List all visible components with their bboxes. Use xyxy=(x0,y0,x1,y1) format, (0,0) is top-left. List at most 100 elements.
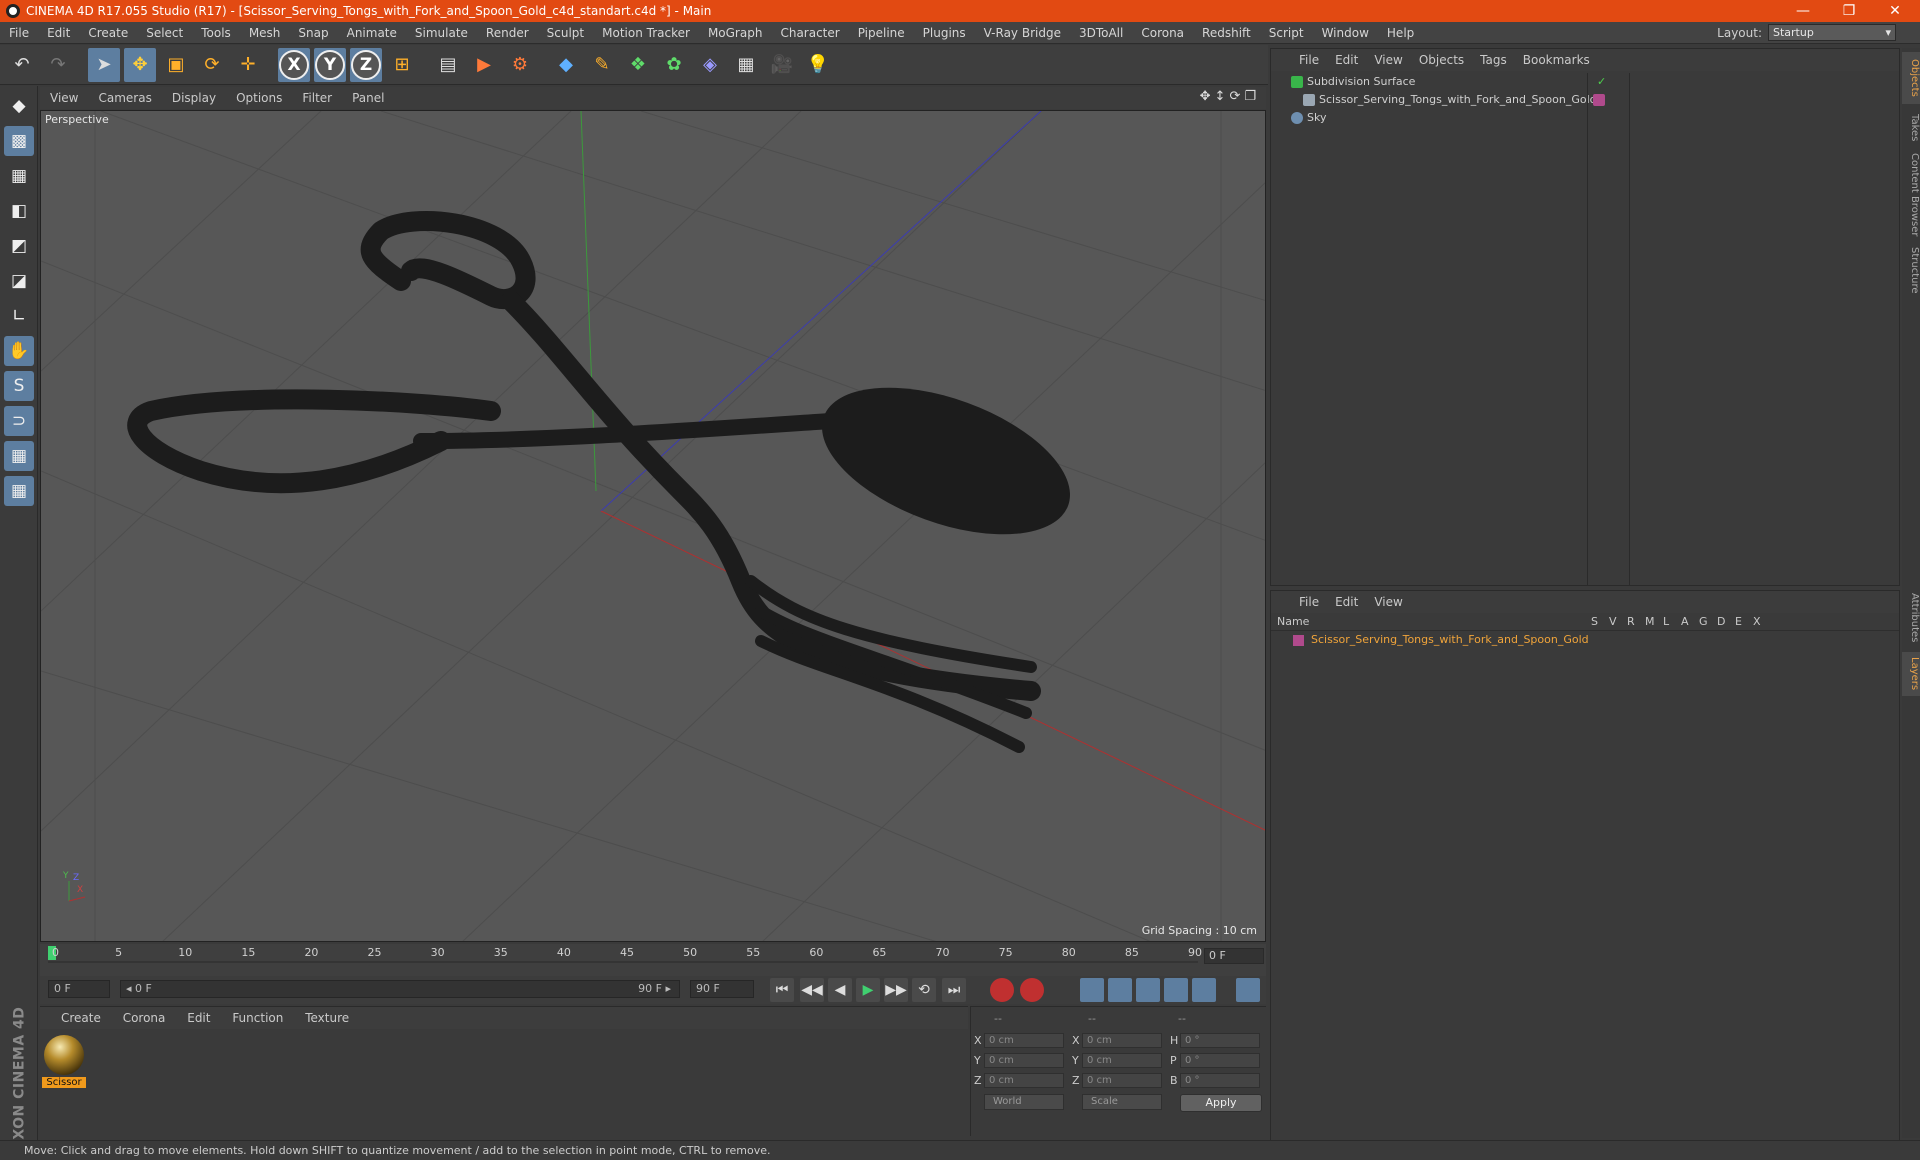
tab-structure[interactable]: Structure xyxy=(1902,242,1920,298)
render-settings-button[interactable]: ⚙ xyxy=(504,48,536,82)
menu-3dtoall[interactable]: 3DToAll xyxy=(1070,26,1132,40)
menu-corona[interactable]: Corona xyxy=(1132,26,1193,40)
object-row-subdivision-surface[interactable]: Subdivision Surface ✓ xyxy=(1271,73,1899,91)
coordinate-space-select[interactable]: World xyxy=(984,1094,1064,1110)
texture-mode-button[interactable]: ▦ xyxy=(4,161,34,191)
y-axis-lock-button[interactable]: Y xyxy=(314,47,346,82)
layer-name[interactable]: Scissor_Serving_Tongs_with_Fork_and_Spoo… xyxy=(1311,633,1589,646)
menu-redshift[interactable]: Redshift xyxy=(1193,26,1260,40)
floor-object-button[interactable]: ▦ xyxy=(730,48,762,82)
position-x-field[interactable]: 0 cm xyxy=(984,1033,1064,1048)
rotation-b-field[interactable]: 0 ° xyxy=(1180,1073,1260,1088)
position-y-field[interactable]: 0 cm xyxy=(984,1053,1064,1068)
material-menu-edit[interactable]: Edit xyxy=(178,1007,219,1029)
coordinate-system-button[interactable]: ⊞ xyxy=(386,48,418,82)
menu-mograph[interactable]: MoGraph xyxy=(699,26,772,40)
keyframe-param-button[interactable] xyxy=(1164,978,1188,1002)
scale-tool-button[interactable]: ▣ xyxy=(160,48,192,82)
menu-window[interactable]: Window xyxy=(1313,26,1378,40)
pen-spline-button[interactable]: ✎ xyxy=(586,48,618,82)
close-button[interactable]: ✕ xyxy=(1872,0,1918,22)
record-button[interactable] xyxy=(990,978,1014,1002)
layer-color-swatch[interactable] xyxy=(1293,635,1304,646)
menu-edit[interactable]: Edit xyxy=(38,26,79,40)
object-row-scissor-tongs[interactable]: Scissor_Serving_Tongs_with_Fork_and_Spoo… xyxy=(1271,91,1899,109)
tweak-mode-button[interactable]: ✋ xyxy=(4,336,34,366)
menu-mesh[interactable]: Mesh xyxy=(240,26,290,40)
light-object-button[interactable]: 💡 xyxy=(802,48,834,82)
menu-create[interactable]: Create xyxy=(79,26,137,40)
objects-menu-file[interactable]: File xyxy=(1291,53,1327,67)
rotation-p-field[interactable]: 0 ° xyxy=(1180,1053,1260,1068)
rotation-h-field[interactable]: 0 ° xyxy=(1180,1033,1260,1048)
menu-simulate[interactable]: Simulate xyxy=(406,26,477,40)
workplane-align-button[interactable]: ▦ xyxy=(4,476,34,506)
edges-mode-button[interactable]: ◪ xyxy=(4,266,34,296)
layers-menu-file[interactable]: File xyxy=(1291,595,1327,609)
rotate-tool-button[interactable]: ⟳ xyxy=(196,48,228,82)
end-frame-field[interactable]: 90 F xyxy=(690,980,754,998)
material-menu-function[interactable]: Function xyxy=(223,1007,292,1029)
layout-select[interactable]: Startup xyxy=(1768,24,1896,41)
layer-row-scissor[interactable]: Scissor_Serving_Tongs_with_Fork_and_Spoo… xyxy=(1271,633,1899,649)
perspective-viewport[interactable]: Perspective Y Z X Grid Spacing : 10 cm xyxy=(40,110,1266,942)
loop-button[interactable]: ⟲ xyxy=(912,978,936,1002)
tab-content-browser[interactable]: Content Browser xyxy=(1902,152,1920,238)
menu-render[interactable]: Render xyxy=(477,26,538,40)
viewport-menu-filter[interactable]: Filter xyxy=(292,91,342,105)
material-menu-texture[interactable]: Texture xyxy=(296,1007,358,1029)
layers-menu-view[interactable]: View xyxy=(1366,595,1410,609)
array-generator-button[interactable]: ✿ xyxy=(658,48,690,82)
preview-range-slider[interactable]: ◂ 0 F 90 F ▸ xyxy=(120,980,680,998)
menu-file[interactable]: File xyxy=(0,26,38,40)
make-editable-button[interactable]: ◆ xyxy=(4,91,34,121)
material-swatch-scissor[interactable]: Scissor xyxy=(42,1033,86,1089)
material-menu-corona[interactable]: Corona xyxy=(114,1007,175,1029)
objects-menu-objects[interactable]: Objects xyxy=(1411,53,1472,67)
objects-menu-edit[interactable]: Edit xyxy=(1327,53,1366,67)
render-view-button[interactable]: ▤ xyxy=(432,48,464,82)
enabled-check-icon[interactable]: ✓ xyxy=(1597,73,1606,91)
timeline-ruler[interactable]: 0 5 10 15 20 25 30 35 40 45 50 55 60 65 70 75 80 85 90 0 F xyxy=(40,944,1266,976)
viewport-menu-display[interactable]: Display xyxy=(162,91,226,105)
tab-takes[interactable]: Takes xyxy=(1902,108,1920,148)
menu-plugins[interactable]: Plugins xyxy=(914,26,975,40)
points-mode-button[interactable]: ◩ xyxy=(4,231,34,261)
layer-color-icon[interactable] xyxy=(1593,94,1605,106)
menu-motion-tracker[interactable]: Motion Tracker xyxy=(593,26,699,40)
transform-tool-button[interactable]: ✛ xyxy=(232,48,264,82)
position-z-field[interactable]: 0 cm xyxy=(984,1073,1064,1088)
viewport-navigation-icons[interactable]: ✥↕⟳❐ xyxy=(1200,89,1260,104)
objects-menu-view[interactable]: View xyxy=(1366,53,1410,67)
viewport-menu-panel[interactable]: Panel xyxy=(342,91,394,105)
size-z-field[interactable]: 0 cm xyxy=(1082,1073,1162,1088)
object-row-sky[interactable]: Sky xyxy=(1271,109,1899,127)
menu-script[interactable]: Script xyxy=(1260,26,1313,40)
timeline-window-button[interactable] xyxy=(1236,978,1260,1002)
viewport-menu-cameras[interactable]: Cameras xyxy=(88,91,161,105)
keyframe-move-button[interactable] xyxy=(1080,978,1104,1002)
subdivision-surface-button[interactable]: ❖ xyxy=(622,48,654,82)
z-axis-lock-button[interactable]: Z xyxy=(350,47,382,82)
coordinate-mode-select[interactable]: Scale xyxy=(1082,1094,1162,1110)
menu-pipeline[interactable]: Pipeline xyxy=(849,26,914,40)
go-to-end-button[interactable]: ⏭ xyxy=(942,978,966,1002)
autokey-button[interactable] xyxy=(1020,978,1044,1002)
redo-button[interactable]: ↷ xyxy=(42,48,74,82)
previous-key-button[interactable]: ◀◀ xyxy=(800,978,824,1002)
workplane-lock-button[interactable]: ▦ xyxy=(4,441,34,471)
keyframe-scale-button[interactable] xyxy=(1108,978,1132,1002)
size-x-field[interactable]: 0 cm xyxy=(1082,1033,1162,1048)
tab-layers[interactable]: Layers xyxy=(1902,652,1920,696)
layers-menu-edit[interactable]: Edit xyxy=(1327,595,1366,609)
menu-vray-bridge[interactable]: V-Ray Bridge xyxy=(975,26,1070,40)
restore-button[interactable]: ❐ xyxy=(1826,0,1872,22)
current-frame-field[interactable]: 0 F xyxy=(48,980,110,998)
select-tool-button[interactable]: ➤ xyxy=(88,47,120,82)
cube-object-button[interactable]: ◆ xyxy=(550,48,582,82)
play-button[interactable]: ▶ xyxy=(856,978,880,1002)
menu-select[interactable]: Select xyxy=(137,26,192,40)
menu-snap[interactable]: Snap xyxy=(289,26,337,40)
viewport-menu-options[interactable]: Options xyxy=(226,91,292,105)
keyframe-rotate-button[interactable] xyxy=(1136,978,1160,1002)
